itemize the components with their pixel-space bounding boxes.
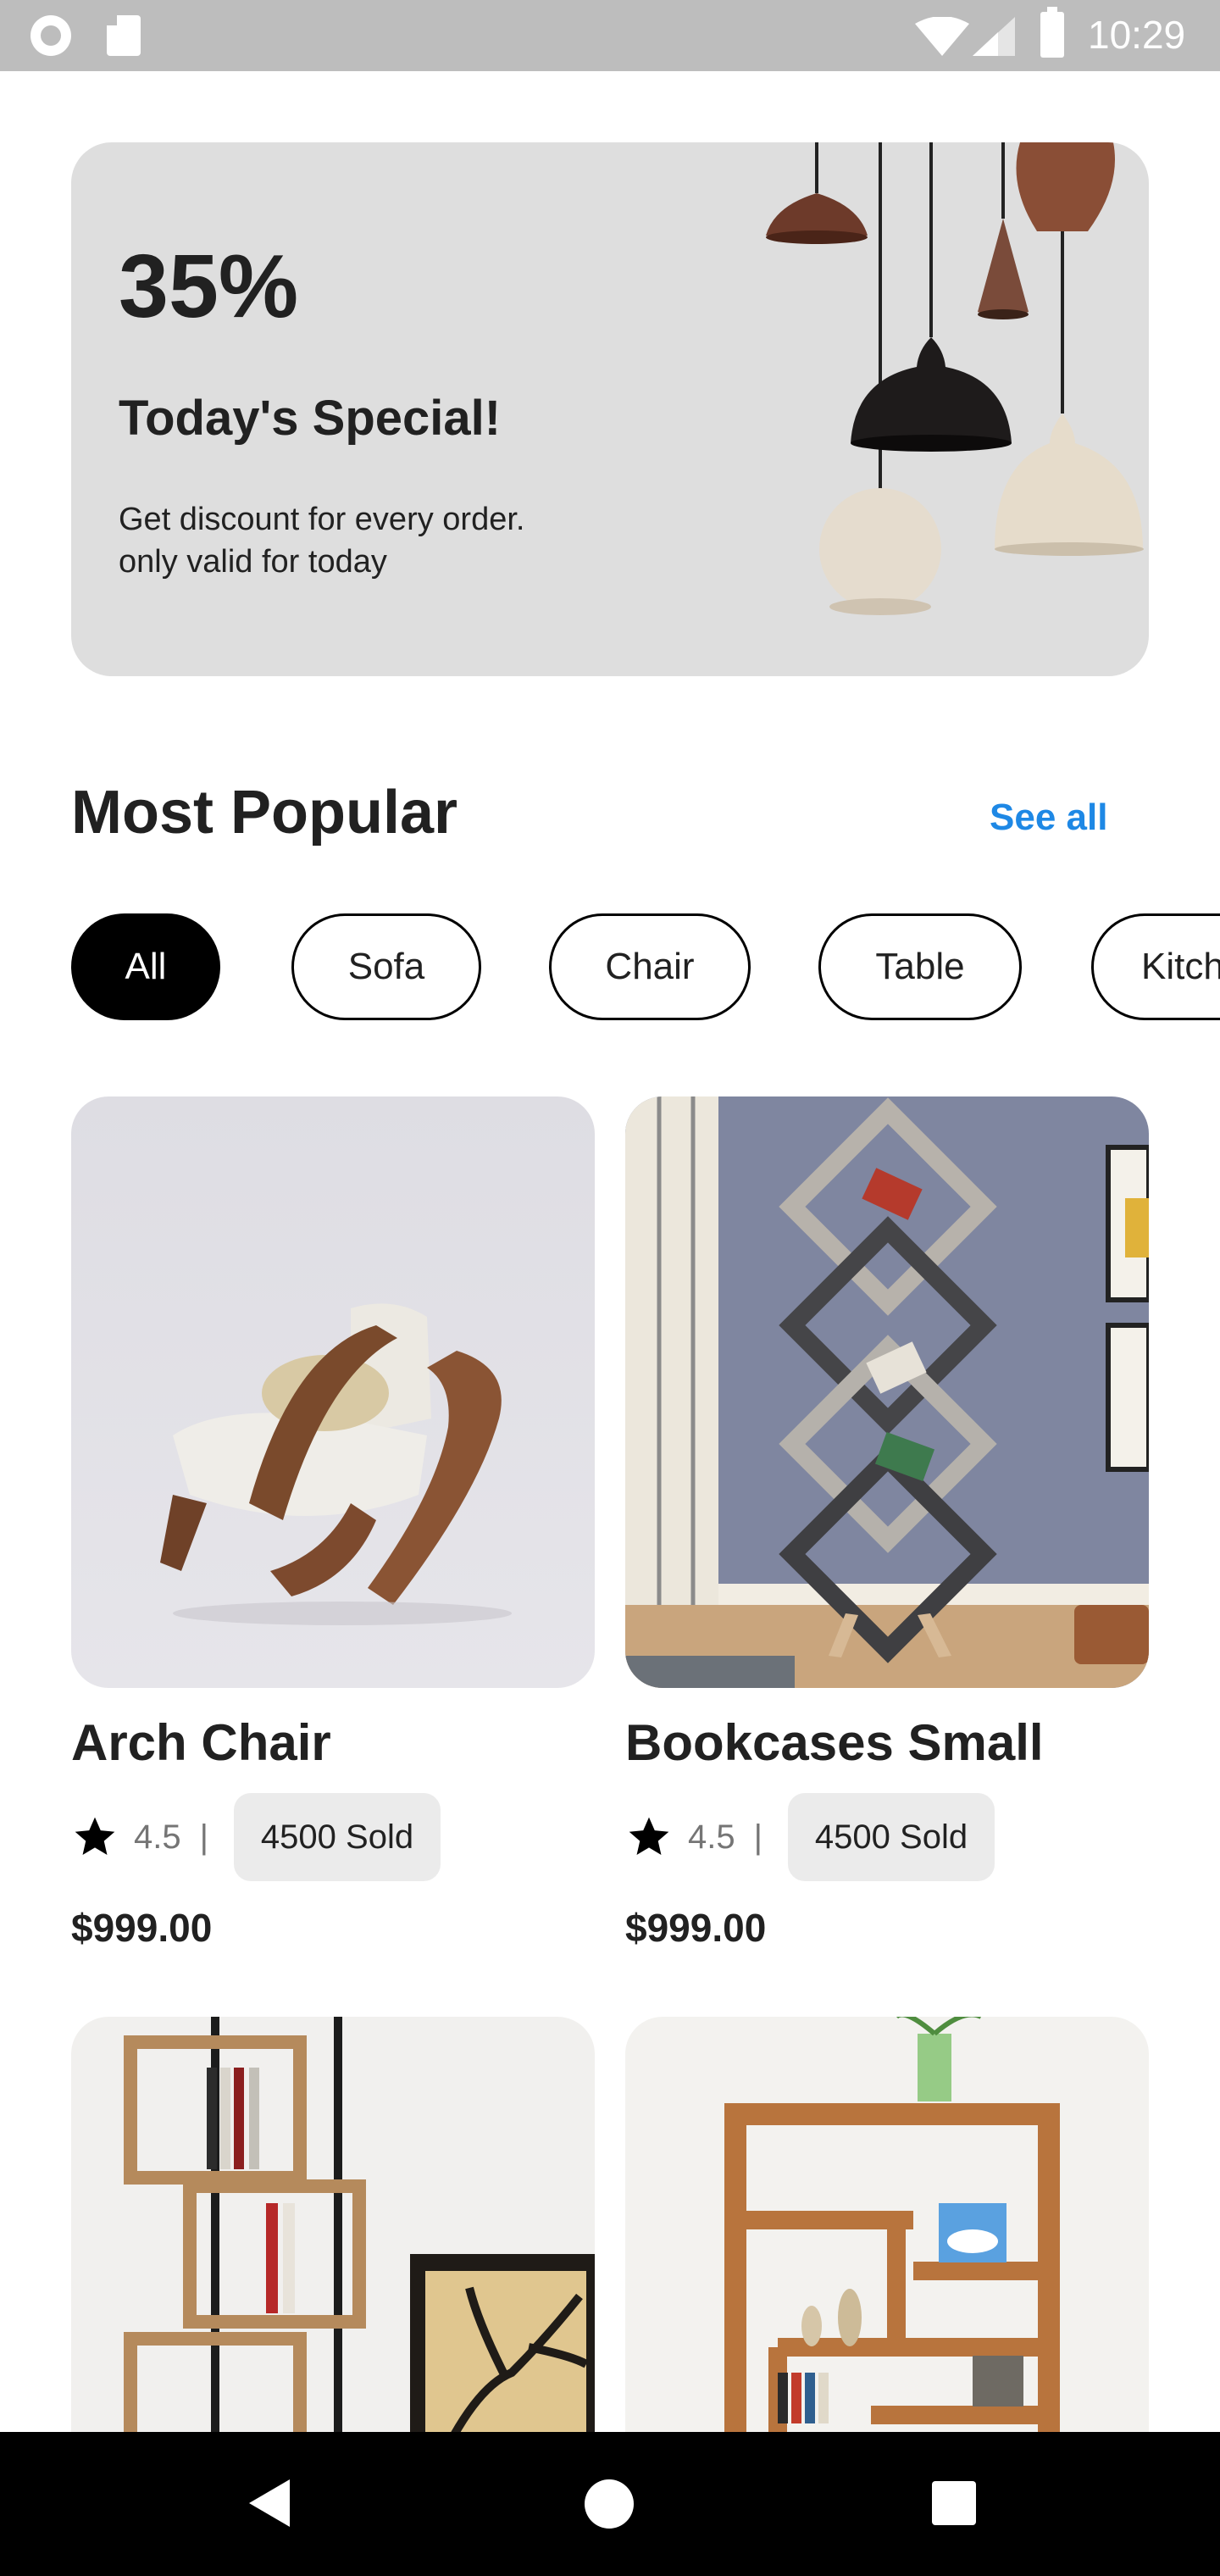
rating-value: 4.5 (134, 1818, 181, 1856)
home-icon[interactable] (585, 2479, 634, 2529)
rating-divider: | (753, 1818, 762, 1856)
product-price: $999.00 (625, 1906, 767, 1950)
promo-description: Get discount for every order. only valid… (119, 502, 525, 580)
see-all-link[interactable]: See all (990, 797, 1107, 839)
star-icon (629, 1817, 669, 1855)
star-icon (75, 1817, 115, 1855)
product-rating-row: 4.5 | 4500 Sold (625, 1793, 995, 1881)
product-image-tall-bookshelf[interactable] (71, 2017, 595, 2491)
category-filter-chips: All Sofa Chair Table Kitchen (71, 913, 1220, 1025)
status-bar: 10:29 (0, 0, 1220, 71)
recents-icon[interactable] (932, 2481, 976, 2525)
discount-percentage: 35% (119, 236, 299, 336)
rating-value: 4.5 (688, 1818, 735, 1856)
chip-kitchen[interactable]: Kitchen (1091, 913, 1220, 1020)
product-image-wall-shelf[interactable] (625, 2017, 1149, 2491)
chip-all[interactable]: All (71, 913, 220, 1020)
wifi-icon (915, 17, 969, 56)
system-navigation-bar (0, 2432, 1220, 2576)
product-name[interactable]: Bookcases Small (625, 1713, 1044, 1772)
clock: 10:29 (1088, 13, 1186, 57)
sold-count-badge: 4500 Sold (788, 1793, 995, 1881)
sold-count-badge: 4500 Sold (234, 1793, 441, 1881)
rating-divider: | (199, 1818, 208, 1856)
pendant-lamps-image (766, 142, 1144, 615)
back-icon[interactable] (246, 2478, 293, 2529)
product-price: $999.00 (71, 1906, 213, 1950)
product-rating-row: 4.5 | 4500 Sold (71, 1793, 441, 1881)
signal-icon (973, 17, 1015, 56)
promo-title: Today's Special! (119, 391, 502, 446)
section-title: Most Popular (71, 779, 458, 847)
chip-table[interactable]: Table (818, 913, 1022, 1020)
battery-icon (1040, 7, 1064, 58)
product-image-bookcases-small[interactable] (625, 1096, 1149, 1688)
chip-chair[interactable]: Chair (549, 913, 751, 1020)
sd-card-icon (107, 15, 141, 56)
product-name[interactable]: Arch Chair (71, 1713, 331, 1772)
chip-sofa[interactable]: Sofa (291, 913, 481, 1020)
product-image-arch-chair[interactable] (71, 1096, 595, 1688)
notification-circle-icon (30, 15, 71, 56)
special-offer-banner[interactable]: 35% Today's Special! Get discount for ev… (71, 142, 1149, 676)
